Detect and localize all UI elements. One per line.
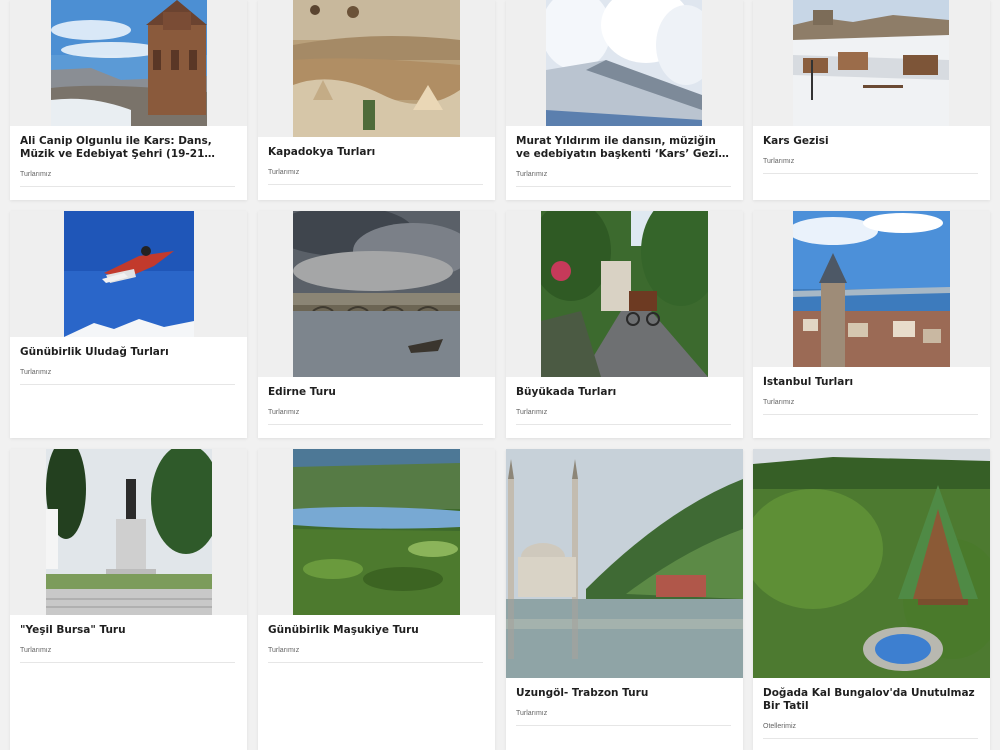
card-thumbnail[interactable]	[506, 449, 743, 678]
tour-photo[interactable]	[793, 211, 950, 367]
tour-card[interactable]: Günübirlik Maşukiye Turu Turlarımız	[258, 449, 495, 750]
tour-photo[interactable]	[51, 0, 207, 126]
tour-photo[interactable]	[541, 211, 708, 377]
tour-photo[interactable]	[293, 449, 460, 615]
tour-title[interactable]: Kars Gezisi	[763, 135, 980, 148]
divider	[763, 173, 978, 174]
tour-title[interactable]: Günübirlik Maşukiye Turu	[268, 624, 485, 637]
tour-title[interactable]: Murat Yıldırım ile dansın, müziğin ve ed…	[516, 135, 733, 161]
category-link[interactable]: Turlarımız	[20, 647, 237, 654]
tour-title[interactable]: Büyükada Turları	[516, 386, 733, 399]
card-thumbnail[interactable]	[10, 211, 247, 337]
card-thumbnail[interactable]	[506, 211, 743, 377]
category-link[interactable]: Turlarımız	[763, 158, 980, 165]
category-link[interactable]: Otellerimiz	[763, 723, 980, 730]
tour-photo[interactable]	[753, 449, 990, 678]
tour-card[interactable]: Kapadokya Turları Turlarımız	[258, 0, 495, 200]
tour-photo[interactable]	[793, 0, 949, 126]
card-thumbnail[interactable]	[258, 449, 495, 615]
category-link[interactable]: Turlarımız	[516, 710, 733, 717]
card-thumbnail[interactable]	[258, 0, 495, 137]
card-thumbnail[interactable]	[753, 211, 990, 367]
category-link[interactable]: Turlarımız	[763, 399, 980, 406]
card-thumbnail[interactable]	[258, 211, 495, 377]
card-thumbnail[interactable]	[10, 449, 247, 615]
category-link[interactable]: Turlarımız	[268, 409, 485, 416]
divider	[516, 424, 731, 425]
card-thumbnail[interactable]	[753, 449, 990, 678]
tour-title[interactable]: Ali Canip Olgunlu ile Kars: Dans, Müzik …	[20, 135, 237, 161]
tour-card[interactable]: "Yeşil Bursa" Turu Turlarımız	[10, 449, 247, 750]
tour-photo[interactable]	[506, 449, 743, 678]
tour-card[interactable]: Doğada Kal Bungalov'da Unutulmaz Bir Tat…	[753, 449, 990, 750]
divider	[20, 384, 235, 385]
tour-photo[interactable]	[46, 449, 212, 615]
tour-title[interactable]: Günübirlik Uludağ Turları	[20, 346, 237, 359]
category-link[interactable]: Turlarımız	[516, 409, 733, 416]
tour-card[interactable]: Büyükada Turları Turlarımız	[506, 211, 743, 438]
divider	[20, 186, 235, 187]
tour-title[interactable]: Doğada Kal Bungalov'da Unutulmaz Bir Tat…	[763, 687, 980, 713]
tour-card[interactable]: İstanbul Turları Turlarımız	[753, 211, 990, 438]
divider	[268, 184, 483, 185]
divider	[268, 662, 483, 663]
tour-card[interactable]: Edirne Turu Turlarımız	[258, 211, 495, 438]
tour-card[interactable]: Ali Canip Olgunlu ile Kars: Dans, Müzik …	[10, 0, 247, 200]
card-thumbnail[interactable]	[10, 0, 247, 126]
tour-photo[interactable]	[64, 211, 194, 337]
tour-title[interactable]: Uzungöl- Trabzon Turu	[516, 687, 733, 700]
tour-photo[interactable]	[293, 211, 460, 377]
divider	[268, 424, 483, 425]
divider	[20, 662, 235, 663]
tour-title[interactable]: "Yeşil Bursa" Turu	[20, 624, 237, 637]
tour-photo[interactable]	[546, 0, 702, 126]
category-link[interactable]: Turlarımız	[20, 369, 237, 376]
tour-card[interactable]: Kars Gezisi Turlarımız	[753, 0, 990, 200]
tour-card[interactable]: Murat Yıldırım ile dansın, müziğin ve ed…	[506, 0, 743, 200]
tour-title[interactable]: Kapadokya Turları	[268, 146, 485, 159]
divider	[763, 738, 978, 739]
category-link[interactable]: Turlarımız	[268, 169, 485, 176]
category-link[interactable]: Turlarımız	[268, 647, 485, 654]
card-thumbnail[interactable]	[753, 0, 990, 126]
category-link[interactable]: Turlarımız	[516, 171, 733, 178]
tour-card[interactable]: Günübirlik Uludağ Turları Turlarımız	[10, 211, 247, 438]
tour-card[interactable]: Uzungöl- Trabzon Turu Turlarımız	[506, 449, 743, 750]
tour-title[interactable]: Edirne Turu	[268, 386, 485, 399]
tour-title[interactable]: İstanbul Turları	[763, 376, 980, 389]
category-link[interactable]: Turlarımız	[20, 171, 237, 178]
divider	[516, 725, 731, 726]
card-thumbnail[interactable]	[506, 0, 743, 126]
divider	[763, 414, 978, 415]
tour-photo[interactable]	[293, 0, 460, 137]
divider	[516, 186, 731, 187]
